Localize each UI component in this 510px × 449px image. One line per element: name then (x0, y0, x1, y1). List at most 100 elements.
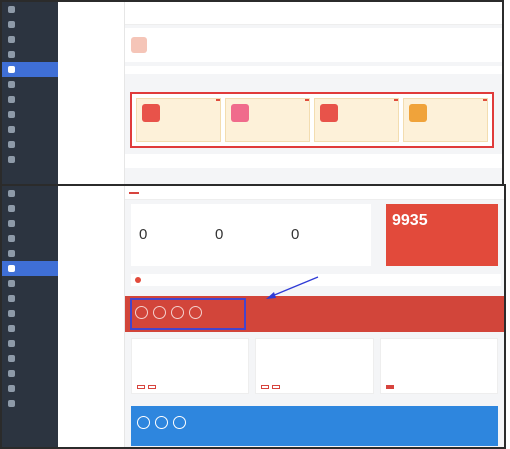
notice-bar (131, 274, 501, 286)
promo-card-button[interactable] (137, 385, 145, 389)
stat-item: 0 (139, 226, 148, 243)
sidebar-icon (8, 250, 15, 257)
sidebar-icon (8, 141, 15, 148)
sidebar-icon (8, 220, 15, 227)
tools-section-title (125, 66, 502, 74)
blue-banner-char (173, 416, 186, 429)
sidebar-icon (8, 21, 15, 28)
notice-icon (135, 277, 141, 283)
main-top (125, 2, 502, 184)
promo-card (131, 338, 250, 394)
sidebar-icon (8, 81, 15, 88)
tabs-top (125, 154, 502, 168)
sidebar-icon (8, 6, 15, 13)
promo-card-button[interactable] (385, 385, 394, 389)
balance-link[interactable] (386, 230, 498, 233)
sidebar-item[interactable] (2, 321, 58, 336)
sidebar-item[interactable] (2, 17, 58, 32)
sidebar-item[interactable] (2, 47, 58, 62)
sidebar-icon (8, 400, 15, 407)
sidebar-item[interactable] (2, 261, 58, 276)
step-item (125, 2, 251, 24)
hot-badge (305, 99, 309, 101)
stats-title (131, 204, 371, 208)
sidebar-item[interactable] (2, 276, 58, 291)
activity-steps (125, 2, 502, 25)
sidebar-item[interactable] (2, 77, 58, 92)
step-item (251, 2, 377, 24)
sidebar-item[interactable] (2, 366, 58, 381)
sidebar-item[interactable] (2, 62, 58, 77)
sidebar-item[interactable] (2, 107, 58, 122)
stat-item: 0 (291, 226, 300, 243)
hot-badge (483, 99, 487, 101)
sidebar-item[interactable] (2, 201, 58, 216)
balance-card: 9935 (386, 204, 498, 266)
sidebar-icon (8, 385, 15, 392)
step-item (376, 2, 502, 24)
sidebar-item[interactable] (2, 306, 58, 321)
sidebar-icon (8, 156, 15, 163)
sidebar-icon (8, 325, 15, 332)
tool-card[interactable] (314, 98, 399, 142)
tool-card[interactable] (403, 98, 488, 142)
balance-value: 9935 (392, 212, 428, 229)
subnav-item[interactable] (59, 68, 124, 72)
promo-card-button[interactable] (272, 385, 281, 389)
tool-card-icon (142, 104, 160, 122)
sidebar-item[interactable] (2, 92, 58, 107)
banner-char (135, 306, 148, 319)
sidebar-item[interactable] (2, 32, 58, 47)
sidebar-item[interactable] (2, 291, 58, 306)
sidebar-icon (8, 111, 15, 118)
tool-cards-highlight (130, 92, 494, 148)
tool-card-icon (231, 104, 249, 122)
banner-text (135, 306, 202, 319)
promo-card (255, 338, 374, 394)
sidebar-item[interactable] (2, 381, 58, 396)
sidebar-icon (8, 235, 15, 242)
sidebar-icon (8, 190, 15, 197)
sidebar-item[interactable] (2, 336, 58, 351)
tool-card[interactable] (136, 98, 221, 142)
sidebar-top (2, 2, 58, 184)
main-bottom: 0 0 0 9935 (125, 186, 504, 447)
sidebar-icon (8, 36, 15, 43)
sidebar-item[interactable] (2, 231, 58, 246)
sidebar-item[interactable] (2, 186, 58, 201)
subnav-top (59, 2, 125, 184)
promo-card-button[interactable] (148, 385, 156, 389)
sidebar-item[interactable] (2, 351, 58, 366)
hot-badge (216, 99, 220, 101)
bottom-screenshot-frame: 0 0 0 9935 (0, 184, 506, 449)
sidebar-item[interactable] (2, 2, 58, 17)
promo-card-button[interactable] (261, 385, 270, 389)
sidebar-item[interactable] (2, 122, 58, 137)
info-icon (131, 37, 147, 53)
sidebar-item[interactable] (2, 246, 58, 261)
subnav-bottom (59, 186, 125, 447)
topbar-tag[interactable] (129, 191, 139, 194)
sidebar-icon (8, 310, 15, 317)
sidebar-item[interactable] (2, 152, 58, 167)
subnav-item[interactable] (59, 284, 124, 288)
stats-panel: 0 0 0 (131, 204, 371, 266)
sidebar-item[interactable] (2, 216, 58, 231)
sidebar-item[interactable] (2, 137, 58, 152)
promo-cards (131, 338, 498, 394)
sidebar-icon (8, 280, 15, 287)
blue-banner-char (155, 416, 168, 429)
tool-card[interactable] (225, 98, 310, 142)
sidebar-icon (8, 51, 15, 58)
sidebar-icon (8, 66, 15, 73)
blue-banner-char (137, 416, 150, 429)
sidebar-item[interactable] (2, 396, 58, 411)
sidebar-icon (8, 340, 15, 347)
sidebar-icon (8, 265, 15, 272)
tool-card-icon (320, 104, 338, 122)
banner-char (189, 306, 202, 319)
sidebar-icon (8, 370, 15, 377)
promo-card (379, 338, 498, 394)
sidebar-icon (8, 205, 15, 212)
top-screenshot-frame (0, 0, 504, 186)
